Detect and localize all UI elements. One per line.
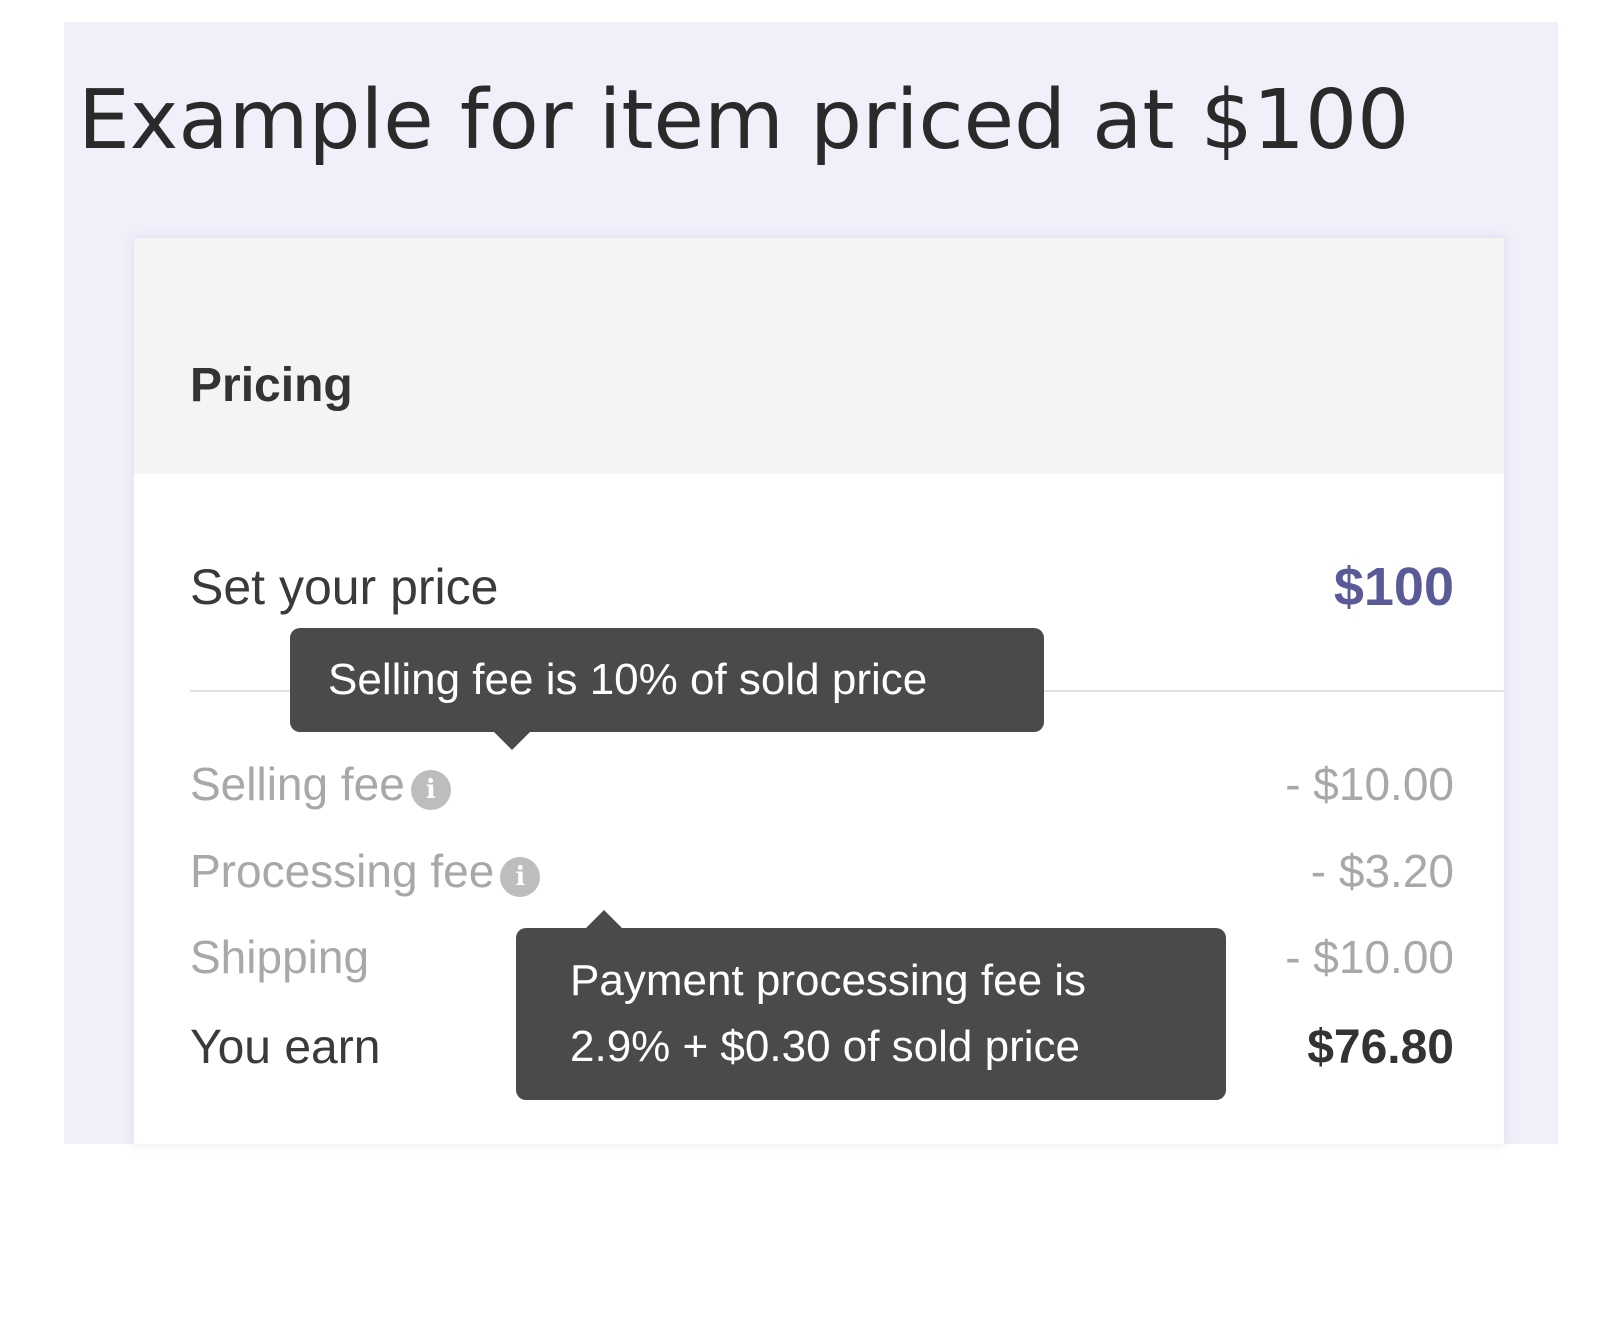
page-heading: Example for item priced at $100 [78, 73, 1410, 168]
pricing-card: Pricing Set your price $100 Selling fee i… [134, 238, 1504, 1144]
pricing-card-header: Pricing [134, 238, 1504, 474]
you-earn-value: $76.80 [1307, 1021, 1454, 1074]
shipping-label: Shipping [190, 931, 370, 983]
selling-fee-value: - $10.00 [1285, 758, 1454, 810]
info-icon[interactable]: i [410, 770, 451, 810]
pricing-title: Pricing [190, 359, 353, 412]
shipping-value: - $10.00 [1285, 931, 1454, 983]
processing-fee-tooltip: Payment processing fee is 2.9% + $0.30 o… [516, 910, 1226, 1100]
tooltip-line: 2.9% + $0.30 of sold price [570, 1022, 1080, 1071]
processing-fee-row: Processing fee i - $3.20 [190, 840, 1454, 902]
info-icon[interactable]: i [500, 857, 541, 897]
set-price-row: Set your price $100 [190, 556, 1454, 618]
example-panel: Example for item priced at $100 Pricing … [64, 22, 1558, 1144]
you-earn-label: You earn [190, 1021, 381, 1074]
selling-fee-row: Selling fee i - $10.00 [190, 753, 1454, 815]
processing-fee-label: Processing fee [190, 845, 495, 897]
selling-fee-tooltip: Selling fee is 10% of sold price [290, 628, 1044, 750]
tooltip-line: Payment processing fee is [570, 956, 1087, 1005]
processing-fee-value: - $3.20 [1310, 845, 1454, 897]
selling-fee-label: Selling fee [190, 758, 405, 810]
set-price-value[interactable]: $100 [1334, 556, 1454, 618]
set-price-label: Set your price [190, 559, 499, 615]
